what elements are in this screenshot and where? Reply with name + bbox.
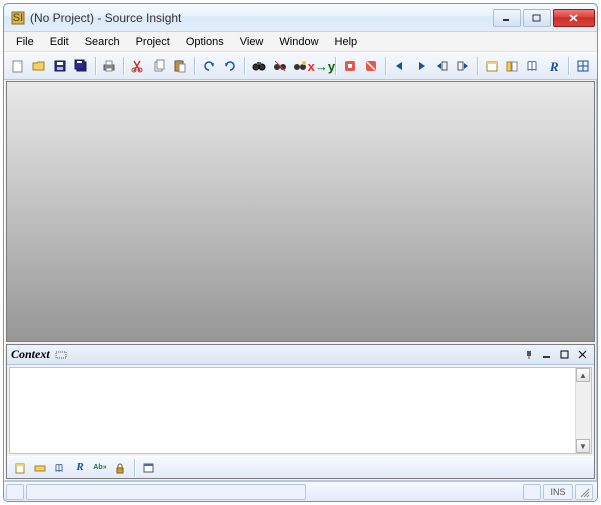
find-binoculars-button[interactable] — [249, 56, 269, 76]
pin-icon[interactable] — [522, 348, 536, 362]
status-cell-main — [26, 484, 306, 500]
menu-options[interactable]: Options — [178, 34, 232, 50]
menu-file[interactable]: File — [8, 34, 42, 50]
nav-jump1-button[interactable] — [432, 56, 452, 76]
ctx-lock-button[interactable] — [111, 459, 129, 477]
context-panel: Context ▲ ▼ R Ab» — [6, 344, 595, 479]
main-toolbar: x→y R — [4, 52, 597, 80]
toolbar-separator — [477, 57, 478, 75]
vertical-scrollbar[interactable]: ▲ ▼ — [575, 368, 591, 453]
status-cell-insert: INS — [543, 484, 573, 500]
ctx-highlight-button[interactable] — [31, 459, 49, 477]
symbol-window-button[interactable] — [503, 56, 523, 76]
nav-forward-button[interactable] — [411, 56, 431, 76]
menu-search[interactable]: Search — [77, 34, 128, 50]
menu-help[interactable]: Help — [327, 34, 366, 50]
context-select-icon[interactable] — [54, 348, 68, 362]
toolbar-separator — [95, 57, 96, 75]
scroll-up-button[interactable]: ▲ — [576, 368, 590, 382]
copy-button[interactable] — [149, 56, 169, 76]
statusbar: INS — [4, 481, 597, 501]
context-body: ▲ ▼ — [9, 367, 592, 454]
ctx-window-button[interactable] — [140, 459, 158, 477]
bookmark-on-button[interactable] — [340, 56, 360, 76]
window-title: (No Project) - Source Insight — [30, 11, 491, 25]
toolbar-separator — [568, 57, 569, 75]
ctx-abc-button[interactable]: Ab» — [91, 459, 109, 477]
nav-jump2-button[interactable] — [453, 56, 473, 76]
toolbar-separator — [385, 57, 386, 75]
context-header[interactable]: Context — [7, 345, 594, 365]
status-cell-grip[interactable] — [575, 484, 593, 500]
ctx-sheet-button[interactable] — [11, 459, 29, 477]
svg-text:SI: SI — [13, 12, 23, 24]
save-file-button[interactable] — [50, 56, 70, 76]
menu-edit[interactable]: Edit — [42, 34, 77, 50]
status-cell-indicator — [523, 484, 541, 500]
menu-view[interactable]: View — [232, 34, 272, 50]
open-file-button[interactable] — [29, 56, 49, 76]
panel-maximize-icon[interactable] — [558, 348, 572, 362]
status-cell-1 — [6, 484, 24, 500]
redo-button[interactable] — [220, 56, 240, 76]
bookmark-off-button[interactable] — [361, 56, 381, 76]
menubar: File Edit Search Project Options View Wi… — [4, 32, 597, 52]
find-all-button[interactable] — [270, 56, 290, 76]
toolbar-separator — [244, 57, 245, 75]
panel-close-icon[interactable] — [576, 348, 590, 362]
empty-document-area — [6, 81, 595, 342]
scroll-down-button[interactable]: ▼ — [576, 439, 590, 453]
nav-back-button[interactable] — [390, 56, 410, 76]
toolbar-separator — [194, 57, 195, 75]
outer-frame: SI (No Project) - Source Insight File Ed… — [0, 0, 601, 505]
window-controls — [491, 9, 595, 27]
app-icon: SI — [10, 10, 26, 26]
app-window: SI (No Project) - Source Insight File Ed… — [3, 3, 598, 502]
save-all-button[interactable] — [71, 56, 91, 76]
relation-window-button[interactable]: R — [544, 56, 564, 76]
client-area: Context ▲ ▼ R Ab» — [4, 80, 597, 481]
undo-button[interactable] — [199, 56, 219, 76]
window-layout-button[interactable] — [573, 56, 593, 76]
toolbar-separator — [123, 57, 124, 75]
toolbar-separator — [134, 459, 135, 477]
print-button[interactable] — [100, 56, 120, 76]
ctx-relation-button[interactable]: R — [71, 459, 89, 477]
reference-book-button[interactable] — [523, 56, 543, 76]
close-button[interactable] — [553, 9, 595, 27]
new-file-button[interactable] — [8, 56, 28, 76]
toolbar-separator — [335, 57, 336, 75]
project-window-button[interactable] — [482, 56, 502, 76]
menu-window[interactable]: Window — [271, 34, 326, 50]
minimize-button[interactable] — [493, 9, 521, 27]
titlebar[interactable]: SI (No Project) - Source Insight — [4, 4, 597, 32]
menu-project[interactable]: Project — [128, 34, 178, 50]
ctx-book-button[interactable] — [51, 459, 69, 477]
panel-minimize-icon[interactable] — [540, 348, 554, 362]
context-title: Context — [11, 347, 50, 362]
paste-button[interactable] — [170, 56, 190, 76]
replace-button[interactable]: x→y — [311, 56, 331, 76]
cut-button[interactable] — [128, 56, 148, 76]
maximize-button[interactable] — [523, 9, 551, 27]
context-toolbar: R Ab» — [7, 456, 594, 478]
